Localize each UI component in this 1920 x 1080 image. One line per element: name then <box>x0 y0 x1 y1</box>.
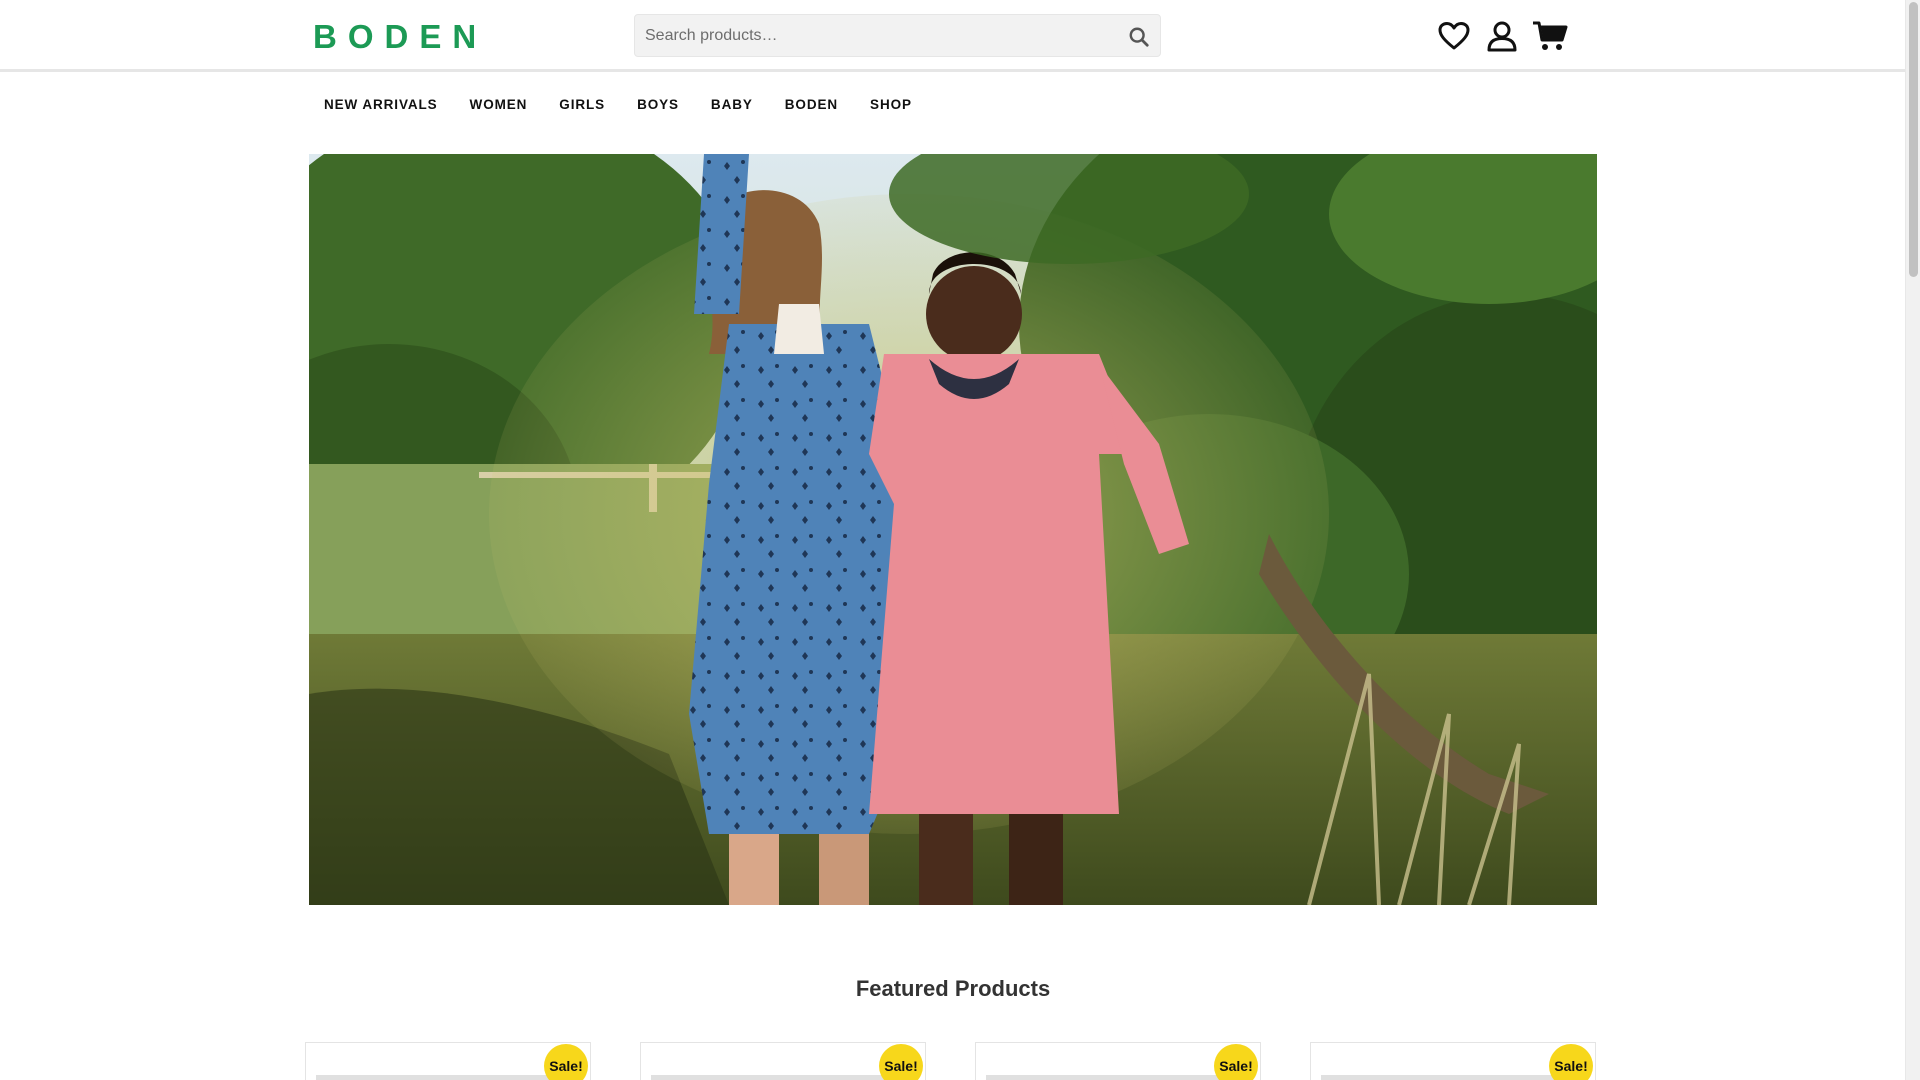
wishlist-button[interactable] <box>1436 18 1472 54</box>
hero-banner-image[interactable] <box>309 154 1597 905</box>
nav-item-boys[interactable]: BOYS <box>621 84 695 126</box>
product-image-placeholder <box>986 1075 1222 1080</box>
product-card[interactable]: Sale! <box>640 1042 926 1080</box>
site-header: BODEN <box>0 0 1905 72</box>
nav-item-girls[interactable]: GIRLS <box>543 84 621 126</box>
scrollbar-thumb[interactable] <box>1909 2 1918 277</box>
featured-products-title: Featured Products <box>855 976 1051 1001</box>
search-box <box>634 14 1161 57</box>
product-card[interactable]: Sale! <box>305 1042 591 1080</box>
nav-item-baby[interactable]: BABY <box>695 84 769 126</box>
search-button[interactable] <box>1126 24 1152 50</box>
nav-item-new-arrivals[interactable]: NEW ARRIVALS <box>308 84 454 126</box>
nav-item-boden[interactable]: BODEN <box>769 84 854 126</box>
hero-photo <box>309 154 1597 905</box>
sale-badge: Sale! <box>1214 1044 1258 1080</box>
product-image-placeholder <box>651 1075 887 1080</box>
sale-badge: Sale! <box>879 1044 923 1080</box>
product-card[interactable]: Sale! <box>975 1042 1261 1080</box>
account-user-icon <box>1487 21 1517 52</box>
sale-badge: Sale! <box>544 1044 588 1080</box>
nav-item-shop[interactable]: SHOP <box>854 84 928 126</box>
svg-text:BODEN: BODEN <box>313 21 483 51</box>
search-icon <box>1129 27 1149 47</box>
product-image-placeholder <box>316 1075 552 1080</box>
cart-icon <box>1533 21 1568 50</box>
nav-item-women[interactable]: WOMEN <box>454 84 544 126</box>
header-actions <box>1436 14 1568 58</box>
featured-products-grid: Sale! Sale! Sale! Sale! <box>305 1042 1597 1080</box>
cart-button[interactable] <box>1532 18 1568 54</box>
account-button[interactable] <box>1484 18 1520 54</box>
product-image-placeholder <box>1321 1075 1557 1080</box>
sale-badge: Sale! <box>1549 1044 1593 1080</box>
boden-logo-mark: BODEN <box>313 21 483 51</box>
brand-logo[interactable]: BODEN <box>313 18 483 54</box>
product-card[interactable]: Sale! <box>1310 1042 1596 1080</box>
search-input[interactable] <box>635 15 1105 56</box>
main-nav: NEW ARRIVALS WOMEN GIRLS BOYS BABY BODEN… <box>308 84 928 126</box>
wishlist-heart-icon <box>1438 22 1470 50</box>
page-scrollbar[interactable] <box>1905 0 1920 1080</box>
